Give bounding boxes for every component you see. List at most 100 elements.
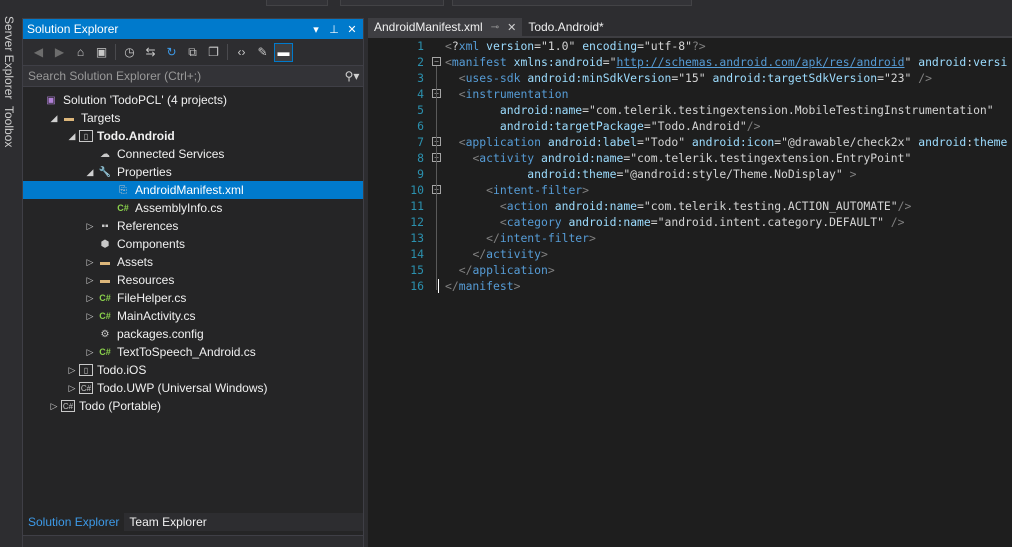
tree-item[interactable]: ▷ ▬ Assets — [23, 253, 363, 271]
line-number: 5 — [417, 103, 424, 117]
home-icon[interactable]: ⌂ — [71, 43, 90, 62]
code-text: <action android:name="com.telerik.testin… — [499, 199, 912, 213]
tree-item-label: TextToSpeech_Android.cs — [117, 345, 256, 359]
preview-selected-items-icon[interactable]: ▬ — [274, 42, 293, 62]
code-line[interactable]: 9 android:theme="@android:style/Theme.No… — [368, 166, 1012, 182]
csharp-file-icon: C# — [99, 347, 111, 357]
code-line[interactable]: 11 <action android:name="com.telerik.tes… — [368, 198, 1012, 214]
collapsed-arrow-icon[interactable]: ▷ — [83, 275, 97, 286]
document-tabs: AndroidManifest.xml ⊸ ✕ Todo.Android* — [368, 18, 1012, 36]
tree-item-label: Todo (Portable) — [79, 399, 162, 413]
tree-item[interactable]: ⬢ Components — [23, 235, 363, 253]
tree-item[interactable]: ▷ C# FileHelper.cs — [23, 289, 363, 307]
search-solution-explorer[interactable]: Search Solution Explorer (Ctrl+;) ⚲▾ — [23, 66, 363, 87]
collapsed-arrow-icon[interactable]: ▷ — [47, 401, 61, 412]
toolbar-combo[interactable] — [452, 0, 692, 6]
search-icon[interactable]: ⚲▾ — [341, 69, 363, 83]
tree-item-label: Todo.UWP (Universal Windows) — [97, 381, 268, 395]
tab-todo-android[interactable]: Todo.Android* — [522, 18, 609, 36]
folder-icon: ▬ — [100, 274, 110, 286]
code-line[interactable]: 6 android:targetPackage="Todo.Android"/> — [368, 118, 1012, 134]
code-editor: AndroidManifest.xml ⊸ ✕ Todo.Android* 1 <… — [368, 18, 1012, 547]
forward-icon[interactable]: ▶ — [50, 43, 69, 62]
solution-explorer-toolbar: ◀ ▶ ⌂ ▣ ◷ ⇆ ↻ ⧉ ❐ ‹› ✎ ▬ — [23, 39, 363, 66]
code-line[interactable]: 14 </activity> — [368, 246, 1012, 262]
expanded-arrow-icon[interactable]: ◢ — [47, 113, 61, 124]
panel-title: Solution Explorer — [27, 22, 119, 36]
code-line[interactable]: 1 <?xml version="1.0" encoding="utf-8"?> — [368, 38, 1012, 54]
tree-item-label: Properties — [117, 165, 172, 179]
tree-item[interactable]: ▷ C# Todo (Portable) — [23, 397, 363, 415]
close-icon[interactable]: ✕ — [345, 23, 359, 36]
pending-changes-filter-icon[interactable]: ◷ — [120, 43, 139, 62]
code-line[interactable]: 7− <application android:label="Todo" and… — [368, 134, 1012, 150]
tree-item[interactable]: ▷ C# MainActivity.cs — [23, 307, 363, 325]
collapsed-arrow-icon[interactable]: ▷ — [83, 257, 97, 268]
tab-team-explorer[interactable]: Team Explorer — [124, 513, 211, 531]
collapsed-arrow-icon[interactable]: ▷ — [83, 311, 97, 322]
tree-item-label: References — [117, 219, 179, 233]
tree-item[interactable]: C# AssemblyInfo.cs — [23, 199, 363, 217]
tab-solution-explorer[interactable]: Solution Explorer — [23, 513, 125, 531]
tree-item[interactable]: ◢ 🔧 Properties — [23, 163, 363, 181]
close-tab-icon[interactable]: ✕ — [507, 21, 516, 34]
code-line[interactable]: 2− <manifest xmlns:android="http://schema… — [368, 54, 1012, 70]
code-line[interactable]: 5 android:name="com.telerik.testingexten… — [368, 102, 1012, 118]
code-line[interactable]: 4− <instrumentation — [368, 86, 1012, 102]
pin-tab-icon[interactable]: ⊸ — [491, 22, 499, 33]
toolbar-combo[interactable] — [266, 0, 328, 6]
tree-item[interactable]: ▷ C# Todo.UWP (Universal Windows) — [23, 379, 363, 397]
tab-toolbox[interactable]: Toolbox — [2, 106, 16, 147]
csharp-project-icon: C# — [61, 400, 75, 412]
pin-icon[interactable]: ⊥ — [327, 23, 341, 36]
tree-item[interactable]: ⎘ AndroidManifest.xml — [23, 181, 363, 199]
properties-wrench-icon[interactable]: ✎ — [253, 43, 272, 62]
collapsed-arrow-icon[interactable]: ▷ — [83, 221, 97, 232]
search-input[interactable]: Search Solution Explorer (Ctrl+;) — [28, 69, 341, 83]
tree-item-label: MainActivity.cs — [117, 309, 196, 323]
refresh-icon[interactable]: ↻ — [162, 43, 181, 62]
collapse-all-icon[interactable]: ⧉ — [183, 43, 202, 62]
window-position-dropdown-icon[interactable]: ▾ — [309, 23, 323, 36]
code-area[interactable]: 1 <?xml version="1.0" encoding="utf-8"?> 2… — [368, 38, 1012, 547]
collapsed-arrow-icon[interactable]: ▷ — [83, 347, 97, 358]
back-icon[interactable]: ◀ — [29, 43, 48, 62]
code-text: </application> — [458, 263, 555, 277]
tree-item[interactable]: ◢ ▬ Targets — [23, 109, 363, 127]
code-line[interactable]: 3 <uses-sdk android:minSdkVersion="15" a… — [368, 70, 1012, 86]
toolbar-combo[interactable] — [340, 0, 444, 6]
tree-item[interactable]: ▣ Solution 'TodoPCL' (4 projects) — [23, 91, 363, 109]
show-all-files-icon[interactable]: ❐ — [204, 43, 223, 62]
tree-item[interactable]: ◢ ▯ Todo.Android — [23, 127, 363, 145]
line-number: 10 — [410, 183, 424, 197]
code-line[interactable]: 16 </manifest> — [368, 278, 1012, 294]
expanded-arrow-icon[interactable]: ◢ — [65, 131, 79, 142]
expanded-arrow-icon[interactable]: ◢ — [83, 167, 97, 178]
code-text: <manifest xmlns:android="http://schemas.… — [445, 55, 1008, 69]
collapsed-arrow-icon[interactable]: ▷ — [65, 365, 79, 376]
code-line[interactable]: 10− <intent-filter> — [368, 182, 1012, 198]
tree-item[interactable]: ▷ C# TextToSpeech_Android.cs — [23, 343, 363, 361]
line-number: 12 — [410, 215, 424, 229]
collapsed-arrow-icon[interactable]: ▷ — [65, 383, 79, 394]
tree-item[interactable]: ⚙ packages.config — [23, 325, 363, 343]
line-number: 8 — [417, 151, 424, 165]
code-line[interactable]: 13 </intent-filter> — [368, 230, 1012, 246]
collapse-region-icon[interactable]: − — [432, 57, 441, 66]
code-line[interactable]: 15 </application> — [368, 262, 1012, 278]
line-number: 7 — [417, 135, 424, 149]
code-line[interactable]: 8− <activity android:name="com.telerik.t… — [368, 150, 1012, 166]
switch-views-icon[interactable]: ▣ — [92, 43, 111, 62]
references-icon: ▪▪ — [101, 220, 109, 232]
tab-server-explorer[interactable]: Server Explorer — [2, 16, 16, 99]
tree-item[interactable]: ☁ Connected Services — [23, 145, 363, 163]
tree-item[interactable]: ▷ ▪▪ References — [23, 217, 363, 235]
tree-item[interactable]: ▷ ▯ Todo.iOS — [23, 361, 363, 379]
android-project-icon: ▯ — [79, 130, 93, 142]
code-line[interactable]: 12 <category android:name="android.inten… — [368, 214, 1012, 230]
sync-with-document-icon[interactable]: ⇆ — [141, 43, 160, 62]
tab-androidmanifest[interactable]: AndroidManifest.xml ⊸ ✕ — [368, 18, 523, 36]
tree-item[interactable]: ▷ ▬ Resources — [23, 271, 363, 289]
view-code-icon[interactable]: ‹› — [232, 43, 251, 62]
collapsed-arrow-icon[interactable]: ▷ — [83, 293, 97, 304]
